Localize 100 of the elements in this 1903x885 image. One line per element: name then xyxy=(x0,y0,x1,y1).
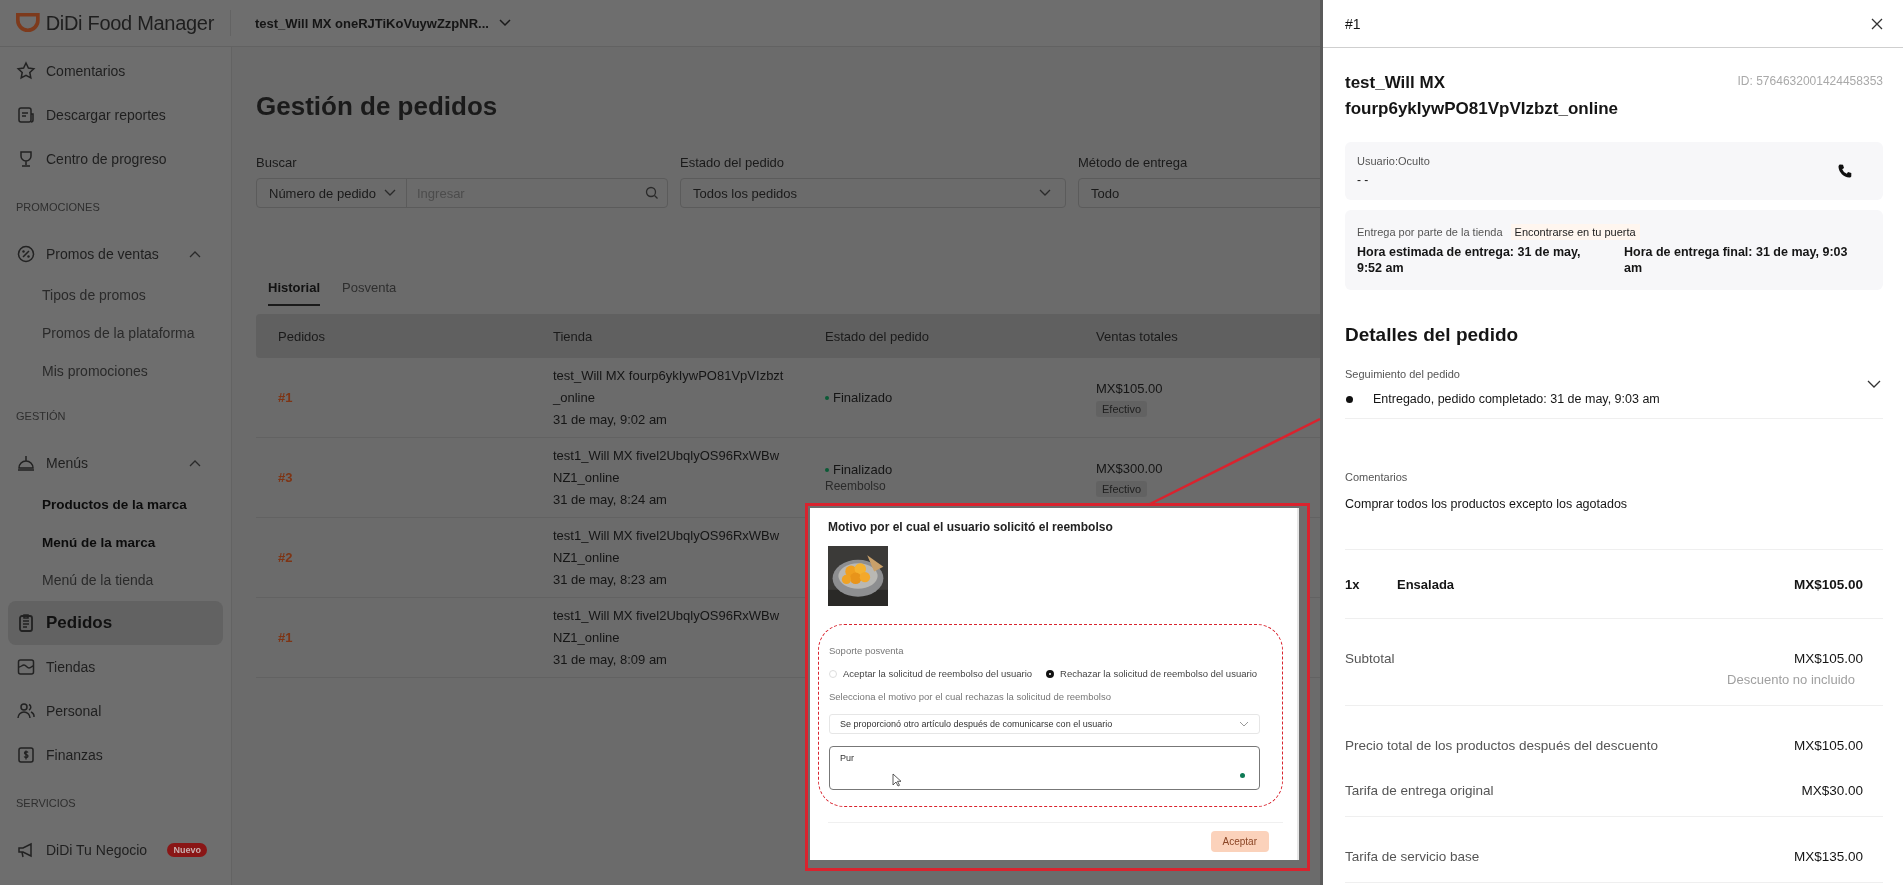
table-cell-text: 31 de may, 9:02 am xyxy=(553,410,667,429)
summary-label: Precio total de los productos después del descuento xyxy=(1345,738,1658,753)
store-selector[interactable]: test_Will MX oneRJTiKoVuywZzpNR... xyxy=(255,15,511,31)
summary-value: MX$105.00 xyxy=(1793,738,1863,753)
sidebar-item[interactable]: Descargar reportes xyxy=(8,93,223,137)
sidebar-subitem[interactable]: Productos de la marca xyxy=(0,485,231,523)
sidebar-item[interactable]: Promos de ventas xyxy=(8,232,223,276)
section-label: Soporte posventa xyxy=(829,645,904,656)
payment-tag: Efectivo xyxy=(1096,400,1148,417)
chevron-down-icon[interactable] xyxy=(1867,380,1881,388)
section-label: PROMOCIONES xyxy=(16,200,100,213)
page-title: Gestión de pedidos xyxy=(256,91,499,123)
status-text: Finalizado xyxy=(833,390,893,405)
table-cell-text: test1_Will MX fivel2UbqlyOS96RxWBw xyxy=(553,446,780,465)
chevron-down-icon xyxy=(1239,721,1249,727)
table-cell-text: test1_Will MX fivel2UbqlyOS96RxWBw xyxy=(553,526,780,545)
item-name: Ensalada xyxy=(1397,576,1456,592)
delivery-tag: Encontrarse en tu puerta xyxy=(1510,224,1640,240)
sidebar-item[interactable]: Tiendas xyxy=(8,645,223,689)
note-field[interactable]: Pur xyxy=(829,746,1260,790)
summary-value: MX$105.00 xyxy=(1793,651,1863,666)
cursor-icon xyxy=(892,773,902,787)
close-icon xyxy=(1871,17,1883,30)
select-field[interactable]: Todos los pedidos xyxy=(680,178,1066,208)
filter-label: Método de entrega xyxy=(1078,155,1189,170)
column-header: Pedidos xyxy=(278,328,326,344)
sidebar-item[interactable]: Personal xyxy=(8,689,223,733)
status-note: Reembolso xyxy=(825,479,886,493)
status-dot-icon xyxy=(825,395,829,400)
final-time: Hora de entrega final: 31 de may, 9:03 am xyxy=(1624,244,1849,276)
order-link[interactable]: #1 xyxy=(278,630,293,645)
order-id: ID: 5764632001424458353 xyxy=(1737,74,1883,88)
search-type-select[interactable]: Número de pedido xyxy=(257,179,407,207)
indicator-dot-icon xyxy=(1240,773,1245,778)
star-icon xyxy=(16,61,36,81)
order-link[interactable]: #2 xyxy=(278,550,293,565)
summary-label: Subtotal xyxy=(1345,651,1395,666)
table-cell-text: NZ1_online xyxy=(553,628,620,647)
reason-label: Selecciona el motivo por el cual rechazas la solicitud de reembolso xyxy=(829,691,1111,702)
logo-text: DiDi Food Manager xyxy=(45,11,214,35)
storefront-icon xyxy=(16,657,36,677)
sidebar-subitem[interactable]: Menú de la tienda xyxy=(0,561,231,599)
status-dot-icon xyxy=(825,467,829,472)
dollar-icon xyxy=(16,745,36,765)
table-cell-text: test1_Will MX fivel2UbqlyOS96RxWBw xyxy=(553,606,780,625)
search-icon xyxy=(645,186,659,200)
new-badge: Nuevo xyxy=(167,843,207,857)
summary-value: MX$30.00 xyxy=(1801,783,1863,798)
sidebar-item[interactable]: Centro de progreso xyxy=(8,137,223,181)
sidebar-subitem[interactable]: Promos de la plataforma xyxy=(0,314,231,352)
sidebar-subitem[interactable]: Menú de la marca xyxy=(0,523,231,561)
tab[interactable]: Historial xyxy=(268,274,320,306)
people-icon xyxy=(16,701,36,721)
summary-value: MX$135.00 xyxy=(1793,849,1863,864)
delivery-label: Entrega por parte de la tienda xyxy=(1357,226,1503,238)
reason-select[interactable]: Se proporcionó otro artículo después de comunicarse con el usuario xyxy=(829,714,1260,734)
estimated-time: Hora estimada de entrega: 31 de may, 9:52 am xyxy=(1357,244,1582,276)
comments-label: Comentarios xyxy=(1345,471,1409,483)
table-cell-text: NZ1_online xyxy=(553,548,620,567)
table-cell-text: 31 de may, 8:24 am xyxy=(553,490,667,509)
sidebar-item[interactable]: Menús xyxy=(8,441,223,485)
table-cell-text: _online xyxy=(553,388,595,407)
item-price: MX$105.00 xyxy=(1793,576,1863,592)
column-header: Estado del pedido xyxy=(825,328,931,344)
item-quantity: 1x xyxy=(1345,576,1361,592)
summary-note: Descuento no incluido xyxy=(1727,672,1855,687)
filter-label: Buscar xyxy=(256,155,298,170)
section-label: GESTIÓN xyxy=(16,409,66,422)
table-cell-text: NZ1_online xyxy=(553,468,620,487)
summary-label: Tarifa de servicio base xyxy=(1345,849,1480,864)
sidebar-subitem[interactable]: Mis promociones xyxy=(0,352,231,390)
order-link[interactable]: #3 xyxy=(278,470,293,485)
tracking-event: Entregado, pedido completado: 31 de may, 9:03 am xyxy=(1373,392,1660,406)
table-cell-text: test_Will MX fourp6ykIywPO81VpVIzbzt xyxy=(553,366,784,385)
sidebar-subitem[interactable]: Tipos de promos xyxy=(0,276,231,314)
tracking-label: Seguimiento del pedido xyxy=(1345,368,1460,380)
summary-label: Tarifa de entrega original xyxy=(1345,783,1494,798)
tab[interactable]: Posventa xyxy=(342,274,397,306)
radio-button[interactable] xyxy=(1046,669,1055,678)
phone-icon[interactable] xyxy=(1837,163,1853,179)
chevron-down-icon xyxy=(384,189,396,197)
drawer-title: #1 xyxy=(1345,15,1361,32)
sidebar-item[interactable]: Pedidos xyxy=(8,601,223,645)
sidebar-item[interactable]: DiDi Tu Negocio Nuevo xyxy=(8,828,223,872)
sidebar-item[interactable]: Finanzas xyxy=(8,733,223,777)
logo-icon xyxy=(16,12,40,34)
filter-label: Estado del pedido xyxy=(680,155,786,170)
sidebar-item[interactable]: Comentarios xyxy=(8,49,223,93)
section-label: SERVICIOS xyxy=(16,796,76,809)
callout-title: Motivo por el cual el usuario solicitó el reembolso xyxy=(828,520,1114,534)
select-field[interactable]: Todo xyxy=(1078,178,1320,208)
clipboard-icon xyxy=(16,613,36,633)
payment-tag: Efectivo xyxy=(1096,480,1148,497)
order-link[interactable]: #1 xyxy=(278,390,293,405)
column-header: Ventas totales xyxy=(1096,328,1179,344)
percent-icon xyxy=(16,244,36,264)
comments-text: Comprar todos los productos excepto los agotados xyxy=(1345,497,1629,511)
total-amount: MX$300.00 xyxy=(1096,459,1163,478)
customer-value: - - xyxy=(1357,173,1370,187)
table-cell-text: 31 de may, 8:09 am xyxy=(553,650,667,669)
